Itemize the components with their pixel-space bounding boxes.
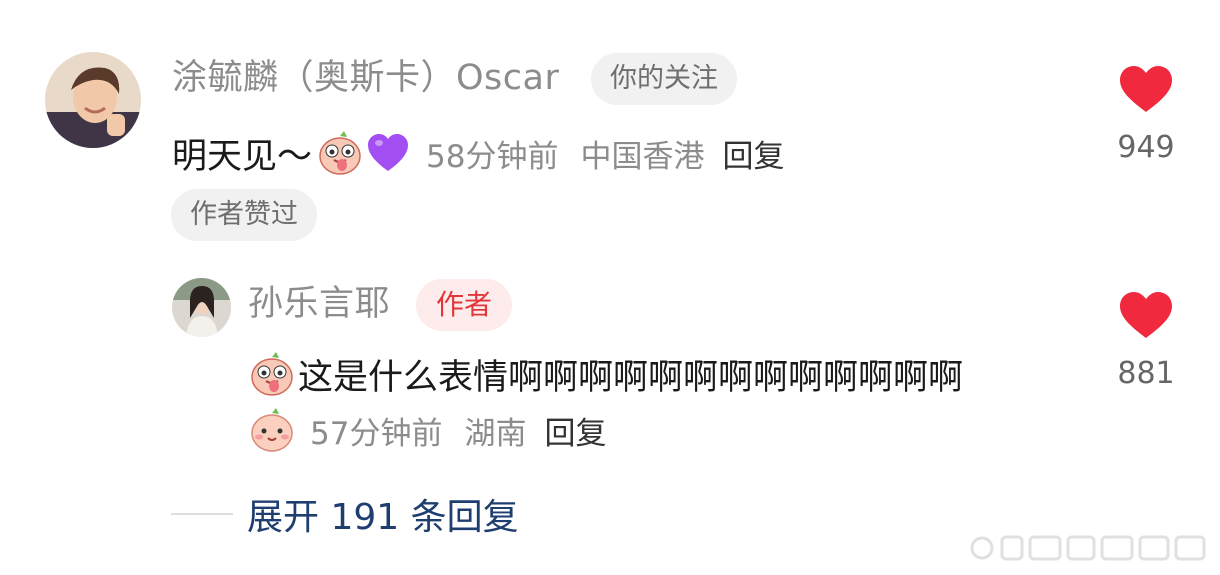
reply-location: 湖南: [464, 415, 527, 452]
comment-body: 明天见～ 58分钟前 中国香港 回复: [172, 125, 784, 181]
reply-like-button[interactable]: 881: [1106, 290, 1186, 391]
reply-meta: 57分钟前 湖南 回复: [248, 403, 606, 457]
reply-body: 这是什么表情啊啊啊啊啊啊啊啊啊啊啊啊啊: [248, 346, 963, 402]
expand-divider: [171, 513, 233, 515]
tongue-face-emoji: [316, 129, 364, 177]
expand-replies-link[interactable]: 展开 191 条回复: [171, 488, 519, 540]
commenter-name[interactable]: 涂毓麟（奥斯卡）Oscar: [172, 56, 559, 100]
heart-icon[interactable]: [1118, 64, 1174, 114]
following-badge: 你的关注: [591, 53, 737, 105]
author-badge: 作者: [416, 279, 513, 331]
comment-like-button[interactable]: 949: [1106, 64, 1186, 165]
comment-like-count: 949: [1117, 130, 1175, 165]
tongue-face-emoji: [248, 350, 296, 398]
comment-text: 明天见～: [172, 136, 313, 177]
comment-reply-button[interactable]: 回复: [722, 131, 784, 176]
reply-like-count: 881: [1117, 356, 1175, 391]
purple-heart-emoji: [364, 129, 412, 177]
avatar-commenter[interactable]: [45, 52, 141, 148]
weibo-watermark: [968, 531, 1208, 565]
reply-reply-button[interactable]: 回复: [544, 408, 606, 453]
author-liked-badge: 作者赞过: [171, 189, 317, 241]
expand-replies-label[interactable]: 展开 191 条回复: [247, 488, 519, 540]
reply-text: 这是什么表情啊啊啊啊啊啊啊啊啊啊啊啊啊: [298, 357, 964, 398]
smile-face-emoji: [248, 406, 296, 454]
comment-time: 58分钟前: [426, 138, 559, 175]
avatar-replier[interactable]: [172, 278, 231, 337]
comment-location: 中国香港: [580, 138, 705, 175]
heart-icon[interactable]: [1118, 290, 1174, 340]
replier-name[interactable]: 孙乐言耶: [248, 282, 390, 326]
reply-time: 57分钟前: [310, 415, 443, 452]
